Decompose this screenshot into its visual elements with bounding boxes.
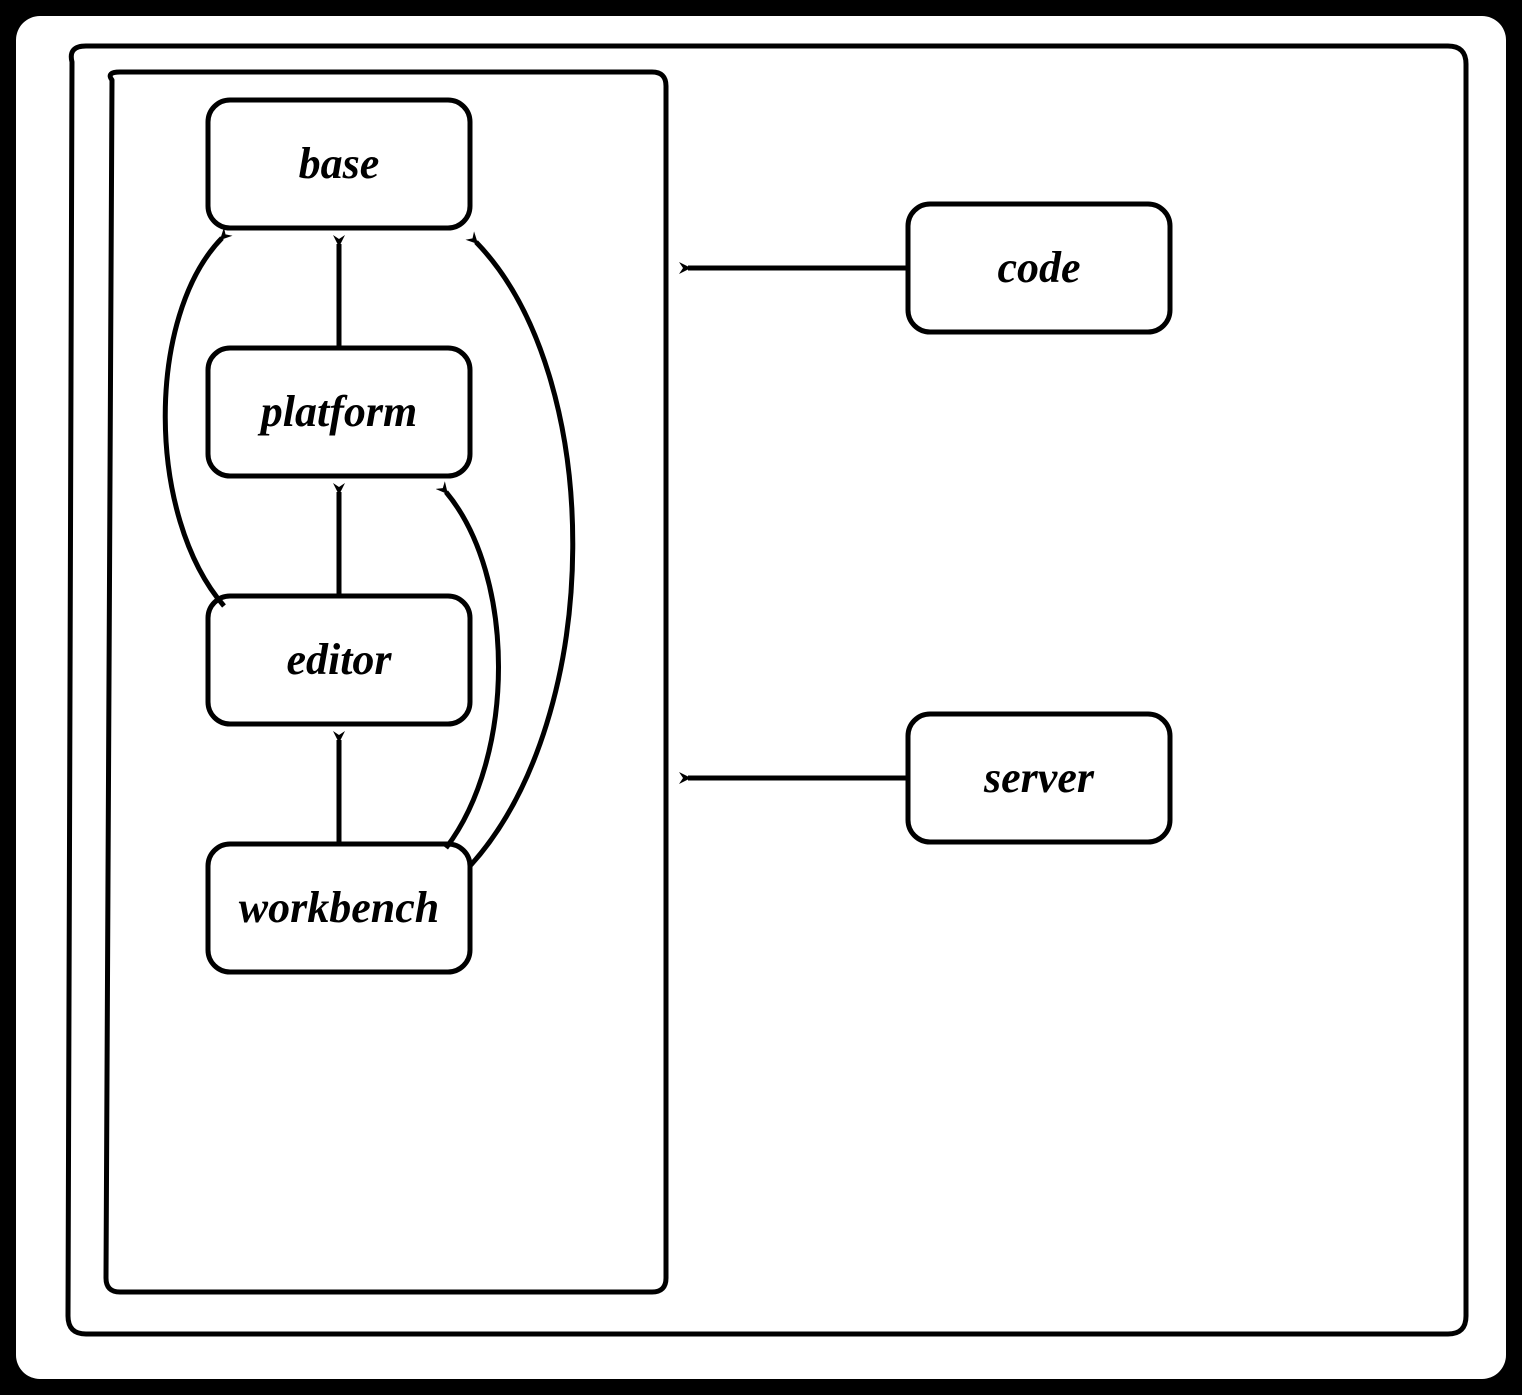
diagram-canvas: base platform editor workbench code serv… (16, 16, 1506, 1379)
diagram-svg: base platform editor workbench code serv… (16, 16, 1506, 1379)
node-workbench-label: workbench (239, 883, 439, 932)
node-server-label: server (983, 753, 1095, 802)
node-platform-label: platform (257, 387, 417, 436)
node-base-label: base (299, 139, 380, 188)
node-code-label: code (997, 243, 1080, 292)
node-editor-label: editor (286, 635, 392, 684)
